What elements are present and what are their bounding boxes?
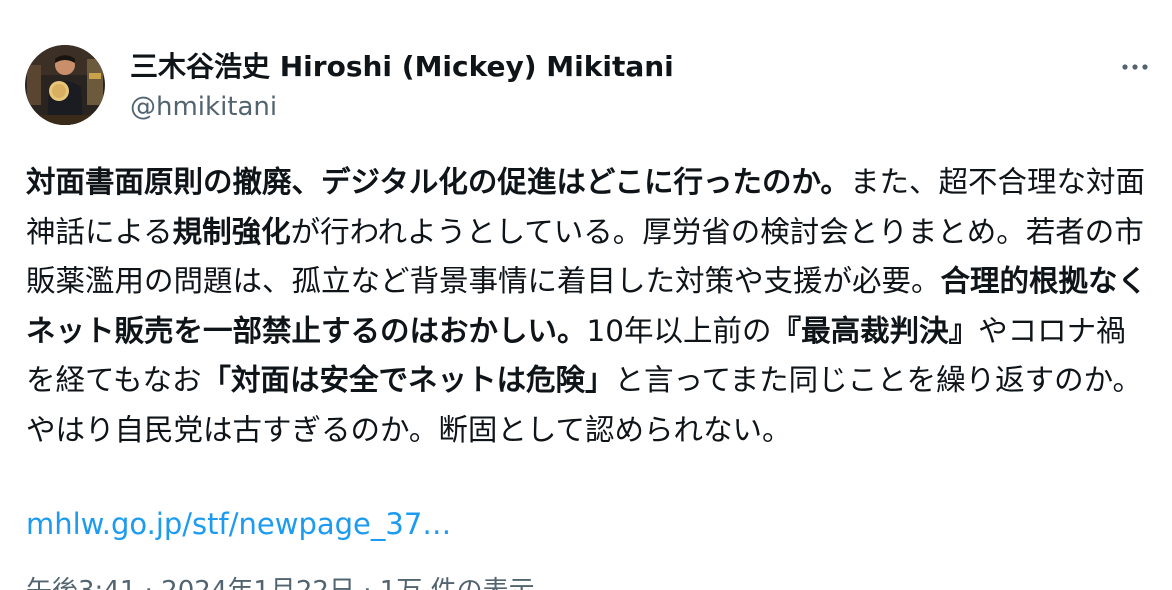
tweet-text-bold-segment: 『最高裁判決』 xyxy=(771,313,979,348)
tweet-text-bold-segment: 対面書面原則の撤廃、デジタル化の促進はどこに行ったのか。 xyxy=(26,165,850,199)
author-handle[interactable]: @hmikitani xyxy=(130,90,277,124)
tweet-text-segment: 10年以上前の xyxy=(586,313,772,348)
author-display-name[interactable]: 三木谷浩史 Hiroshi (Mickey) Mikitani xyxy=(130,48,674,86)
tweet-timestamp[interactable]: 午後3:41 · 2024年1月22日 · 1万 件の表示 xyxy=(26,574,535,590)
more-options-button[interactable] xyxy=(1116,55,1156,79)
more-horizontal-icon xyxy=(1122,64,1148,70)
tweet-text-bold-segment: 規制強化 xyxy=(172,214,291,249)
tweet-text: 対面書面原則の撤廃、デジタル化の促進はどこに行ったのか。また、超不合理な対面神話… xyxy=(26,158,1151,456)
tweet-link[interactable]: mhlw.go.jp/stf/newpage_37… xyxy=(26,504,451,544)
tweet-text-bold-segment: 「対面は安全でネットは危険」 xyxy=(201,363,615,398)
avatar[interactable] xyxy=(25,45,105,125)
avatar-photo xyxy=(25,45,105,125)
tweet-card: 三木谷浩史 Hiroshi (Mickey) Mikitani @hmikita… xyxy=(0,0,1172,590)
